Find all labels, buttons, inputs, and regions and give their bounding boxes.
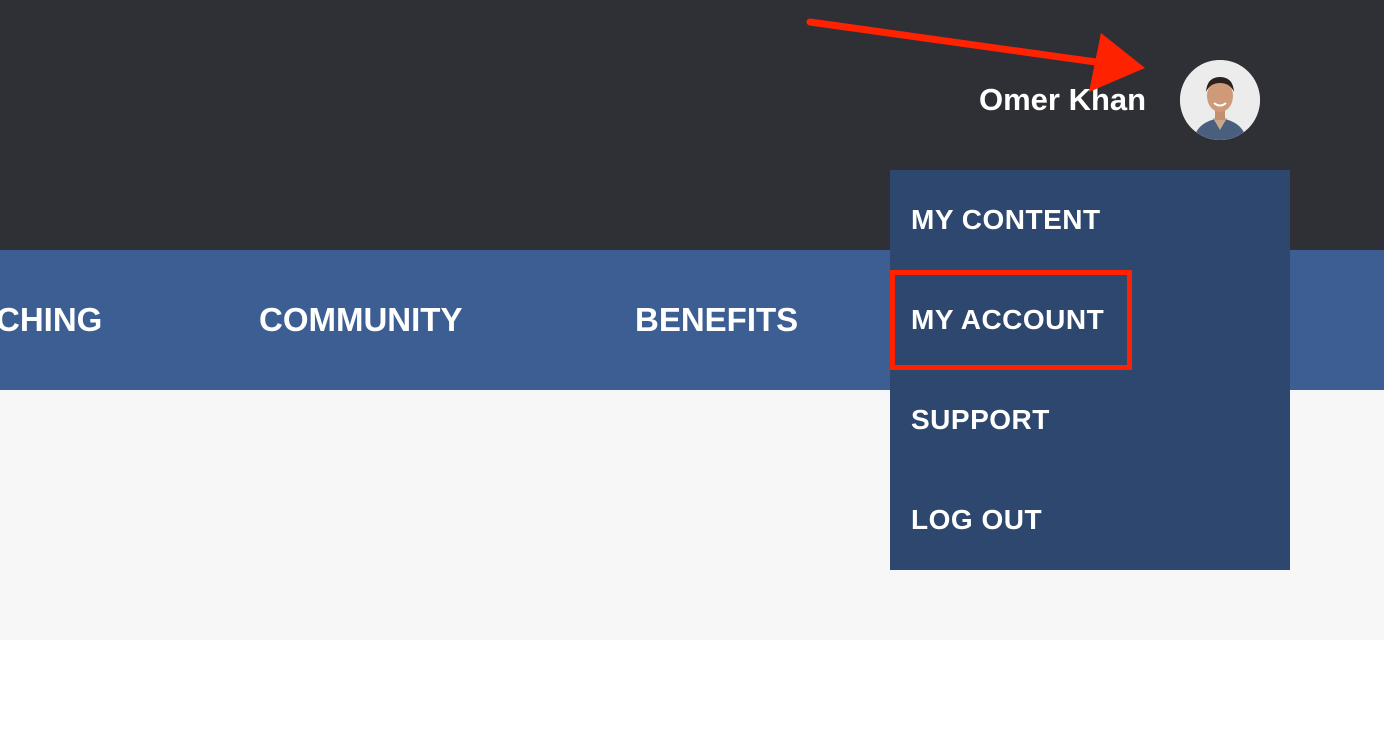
menu-item-label: MY CONTENT [911, 204, 1101, 235]
menu-item-support[interactable]: SUPPORT [890, 370, 1290, 470]
menu-item-my-content[interactable]: MY CONTENT [890, 170, 1290, 270]
user-name[interactable]: Omer Khan [979, 80, 1146, 120]
nav-item-benefits[interactable]: BENEFITS [635, 300, 798, 340]
user-dropdown-menu: MY CONTENT MY ACCOUNT SUPPORT LOG OUT [890, 170, 1290, 570]
menu-item-label: MY ACCOUNT [911, 304, 1105, 335]
nav-item-coaching[interactable]: CHING [0, 300, 102, 340]
menu-item-my-account[interactable]: MY ACCOUNT [890, 270, 1290, 370]
menu-item-label: SUPPORT [911, 404, 1050, 435]
user-avatar-icon[interactable] [1180, 60, 1260, 140]
nav-item-community[interactable]: COMMUNITY [259, 300, 462, 340]
menu-item-log-out[interactable]: LOG OUT [890, 470, 1290, 570]
menu-item-label: LOG OUT [911, 504, 1043, 535]
